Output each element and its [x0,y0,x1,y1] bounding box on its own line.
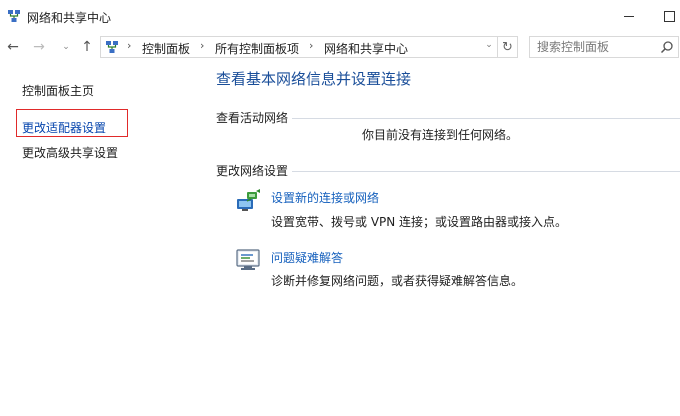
search-box[interactable] [529,36,679,58]
troubleshoot-link[interactable]: 问题疑难解答 [271,249,343,266]
main-content: 查看基本网络信息并设置连接 查看活动网络 你目前没有连接到任何网络。 更改网络设… [200,62,680,416]
troubleshoot-description: 诊断并修复网络问题，或者获得疑难解答信息。 [271,274,524,288]
breadcrumb-separator[interactable]: › [309,39,313,52]
navigation-bar: ← → ⌄ ↑ › 控制面板 › 所有控制面板项 › 网络和共享中心 ⌄ ↻ [0,32,680,62]
window-title: 网络和共享中心 [27,11,112,25]
troubleshoot-icon [236,249,260,270]
maximize-button[interactable] [646,0,680,32]
back-button[interactable]: ← [4,38,22,56]
network-setup-icon [237,189,260,211]
breadcrumb-control-panel[interactable]: 控制面板 [142,40,190,57]
forward-button[interactable]: → [30,38,48,56]
change-adapter-settings-link[interactable]: 更改适配器设置 [22,119,106,136]
breadcrumb-separator[interactable]: › [127,39,131,52]
control-panel-icon [106,41,118,53]
address-dropdown-icon[interactable]: ⌄ [483,40,495,50]
breadcrumb-all-items[interactable]: 所有控制面板项 [215,40,299,57]
up-button[interactable]: ↑ [78,38,96,56]
change-settings-header: 更改网络设置 [216,164,289,178]
page-title: 查看基本网络信息并设置连接 [216,70,412,88]
section-divider [292,171,680,172]
setup-connection-link[interactable]: 设置新的连接或网络 [271,189,379,206]
setup-connection-description: 设置宽带、拨号或 VPN 连接；或设置路由器或接入点。 [271,215,568,229]
active-networks-header: 查看活动网络 [216,111,289,125]
address-bar[interactable]: › 控制面板 › 所有控制面板项 › 网络和共享中心 ⌄ [100,36,498,58]
refresh-button[interactable]: ↻ [498,36,518,58]
recent-locations-button[interactable]: ⌄ [60,38,72,56]
left-pane: 控制面板主页 更改适配器设置 更改高级共享设置 [0,62,200,416]
change-advanced-sharing-link[interactable]: 更改高级共享设置 [22,144,118,161]
network-center-icon [8,10,20,22]
section-divider [292,118,680,119]
breadcrumb-separator[interactable]: › [200,39,204,52]
title-bar: 网络和共享中心 [0,0,680,32]
control-panel-home-link[interactable]: 控制面板主页 [22,82,94,99]
no-network-text: 你目前没有连接到任何网络。 [361,128,518,142]
search-icon[interactable] [660,40,674,54]
search-input[interactable] [530,37,660,57]
breadcrumb-network-center[interactable]: 网络和共享中心 [324,40,408,57]
